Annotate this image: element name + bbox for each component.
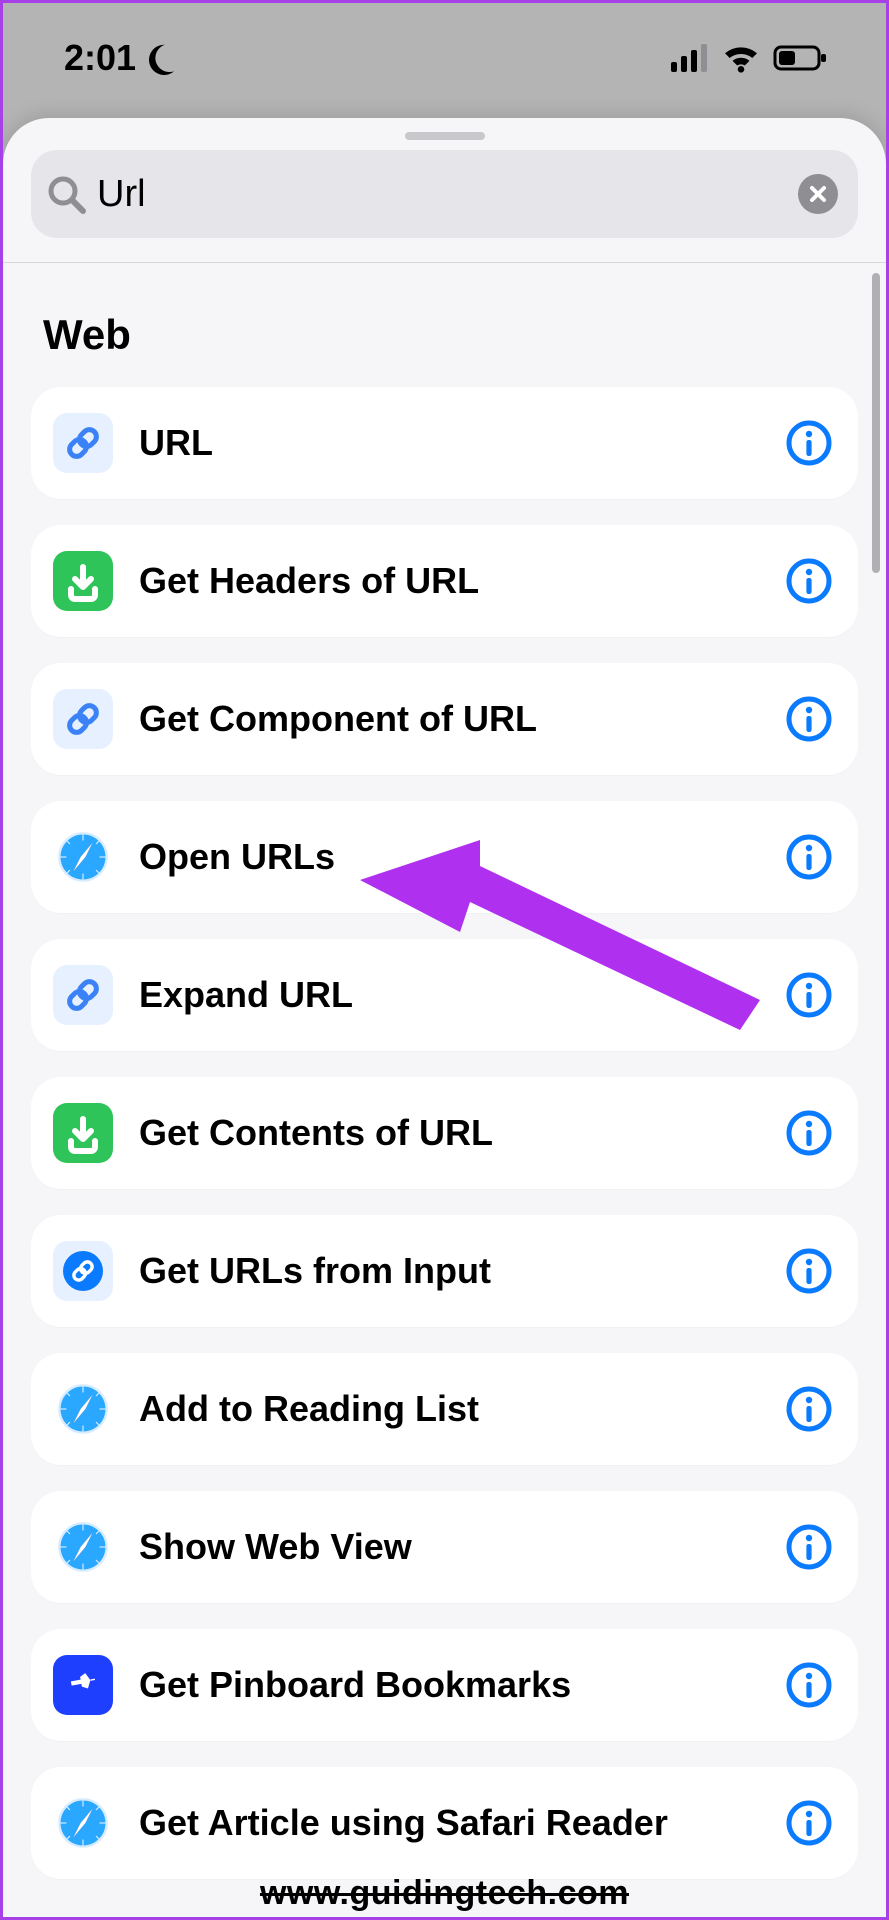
moon-icon [142,41,176,75]
action-row-get-component[interactable]: Get Component of URL [31,663,858,775]
info-button[interactable] [786,1386,832,1432]
info-button[interactable] [786,1800,832,1846]
action-label: Open URLs [139,836,760,878]
download-icon [53,551,113,611]
action-row-get-headers[interactable]: Get Headers of URL [31,525,858,637]
search-input[interactable] [97,173,788,216]
action-label: Show Web View [139,1526,760,1568]
cell-signal-icon [671,44,709,72]
action-label: Get URLs from Input [139,1250,760,1292]
info-button[interactable] [786,1662,832,1708]
action-label: Add to Reading List [139,1388,760,1430]
info-button[interactable] [786,1110,832,1156]
info-button[interactable] [786,834,832,880]
scroll-indicator [872,273,880,573]
link-on-blue-icon [53,1241,113,1301]
clear-search-button[interactable] [798,174,838,214]
close-icon [805,181,831,207]
action-row-safari-reader[interactable]: Get Article using Safari Reader [31,1767,858,1879]
info-button[interactable] [786,420,832,466]
action-row-urls-from-input[interactable]: Get URLs from Input [31,1215,858,1327]
link-icon [53,689,113,749]
status-bar: 2:01 [0,0,889,115]
action-row-url[interactable]: URL [31,387,858,499]
results-scroll[interactable]: Web URL Get Headers of URL [3,263,886,1917]
safari-icon [53,1379,113,1439]
action-label: Expand URL [139,974,760,1016]
download-icon [53,1103,113,1163]
action-label: Get Headers of URL [139,560,760,602]
info-button[interactable] [786,696,832,742]
section-title-web: Web [3,263,886,387]
search-bar[interactable] [31,150,858,238]
status-left: 2:01 [64,37,176,79]
info-button[interactable] [786,1524,832,1570]
safari-icon [53,1793,113,1853]
action-row-show-web-view[interactable]: Show Web View [31,1491,858,1603]
info-button[interactable] [786,972,832,1018]
status-time: 2:01 [64,37,136,79]
action-row-get-contents[interactable]: Get Contents of URL [31,1077,858,1189]
action-row-open-urls[interactable]: Open URLs [31,801,858,913]
pinboard-icon [53,1655,113,1715]
action-row-reading-list[interactable]: Add to Reading List [31,1353,858,1465]
safari-icon [53,1517,113,1577]
action-label: Get Component of URL [139,698,760,740]
status-right [671,42,829,74]
action-label: URL [139,422,760,464]
search-icon [45,173,87,215]
action-label: Get Contents of URL [139,1112,760,1154]
wifi-icon [721,42,761,74]
info-button[interactable] [786,1248,832,1294]
link-icon [53,965,113,1025]
link-icon [53,413,113,473]
action-row-expand-url[interactable]: Expand URL [31,939,858,1051]
action-list: URL Get Headers of URL Get Component of … [3,387,886,1879]
action-label: Get Article using Safari Reader [139,1802,760,1844]
info-button[interactable] [786,558,832,604]
action-picker-sheet: Web URL Get Headers of URL [3,118,886,1917]
sheet-grabber[interactable] [405,132,485,140]
battery-icon [773,43,829,73]
action-label: Get Pinboard Bookmarks [139,1664,760,1706]
safari-icon [53,827,113,887]
action-row-pinboard[interactable]: Get Pinboard Bookmarks [31,1629,858,1741]
